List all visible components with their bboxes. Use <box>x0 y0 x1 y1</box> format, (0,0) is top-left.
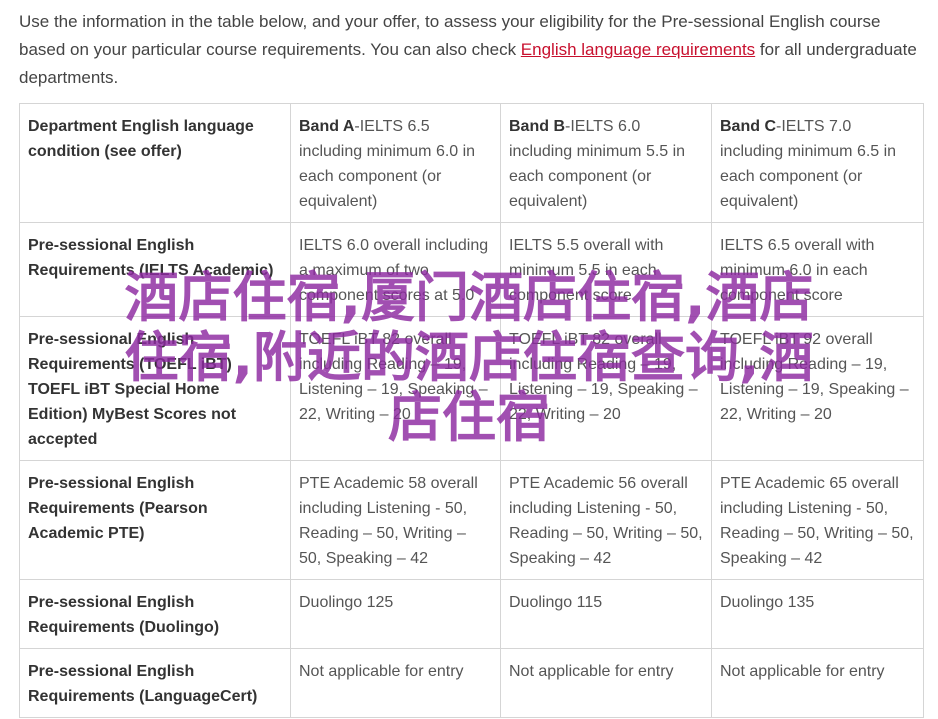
table-cell: Duolingo 115 <box>500 579 712 649</box>
band-name: Band C <box>720 118 776 135</box>
row-label: Pre-sessional English Requirements (Pear… <box>19 460 291 580</box>
table-cell: IELTS 6.0 overall including a maximum of… <box>290 222 501 317</box>
table-cell: Not applicable for entry <box>711 648 924 718</box>
table-row-ielts: Pre-sessional English Requirements (IELT… <box>19 222 924 317</box>
table-row-duolingo: Pre-sessional English Requirements (Duol… <box>19 579 924 649</box>
table-cell: IELTS 5.5 overall with minimum 5.5 in ea… <box>500 222 712 317</box>
table-cell: IELTS 6.5 overall with minimum 6.0 in ea… <box>711 222 924 317</box>
table-cell: PTE Academic 58 overall including Listen… <box>290 460 501 580</box>
table-cell: Not applicable for entry <box>500 648 712 718</box>
requirements-table: Department English language condition (s… <box>19 103 924 718</box>
table-cell: Duolingo 125 <box>290 579 501 649</box>
band-a-header-cell: Band A-IELTS 6.5 including minimum 6.0 i… <box>290 103 501 223</box>
row-label: Pre-sessional English Requirements (Duol… <box>19 579 291 649</box>
table-cell: TOEFL iBT 92 overall including Reading –… <box>711 316 924 461</box>
band-name: Band B <box>509 118 565 135</box>
table-cell: PTE Academic 56 overall including Listen… <box>500 460 712 580</box>
intro-paragraph: Use the information in the table below, … <box>19 8 924 92</box>
english-language-requirements-link[interactable]: English language requirements <box>521 40 755 59</box>
table-row-pte: Pre-sessional English Requirements (Pear… <box>19 460 924 580</box>
table-cell: Not applicable for entry <box>290 648 501 718</box>
band-name: Band A <box>299 118 355 135</box>
table-row-toefl: Pre-sessional English Requirements (TOEF… <box>19 316 924 461</box>
row-label: Pre-sessional English Requirements (IELT… <box>19 222 291 317</box>
header-label-cell: Department English language condition (s… <box>19 103 291 223</box>
table-cell: TOEFL iBT 82 overall including Reading –… <box>500 316 712 461</box>
row-label: Pre-sessional English Requirements (Lang… <box>19 648 291 718</box>
table-cell: PTE Academic 65 overall including Listen… <box>711 460 924 580</box>
table-header-row: Department English language condition (s… <box>19 103 924 223</box>
band-b-header-cell: Band B-IELTS 6.0 including minimum 5.5 i… <box>500 103 712 223</box>
row-label: Pre-sessional English Requirements (TOEF… <box>19 316 291 461</box>
band-c-header-cell: Band C-IELTS 7.0 including minimum 6.5 i… <box>711 103 924 223</box>
table-cell: Duolingo 135 <box>711 579 924 649</box>
table-cell: TOEFL iBT 82 overall including Reading –… <box>290 316 501 461</box>
table-row-languagecert: Pre-sessional English Requirements (Lang… <box>19 648 924 718</box>
